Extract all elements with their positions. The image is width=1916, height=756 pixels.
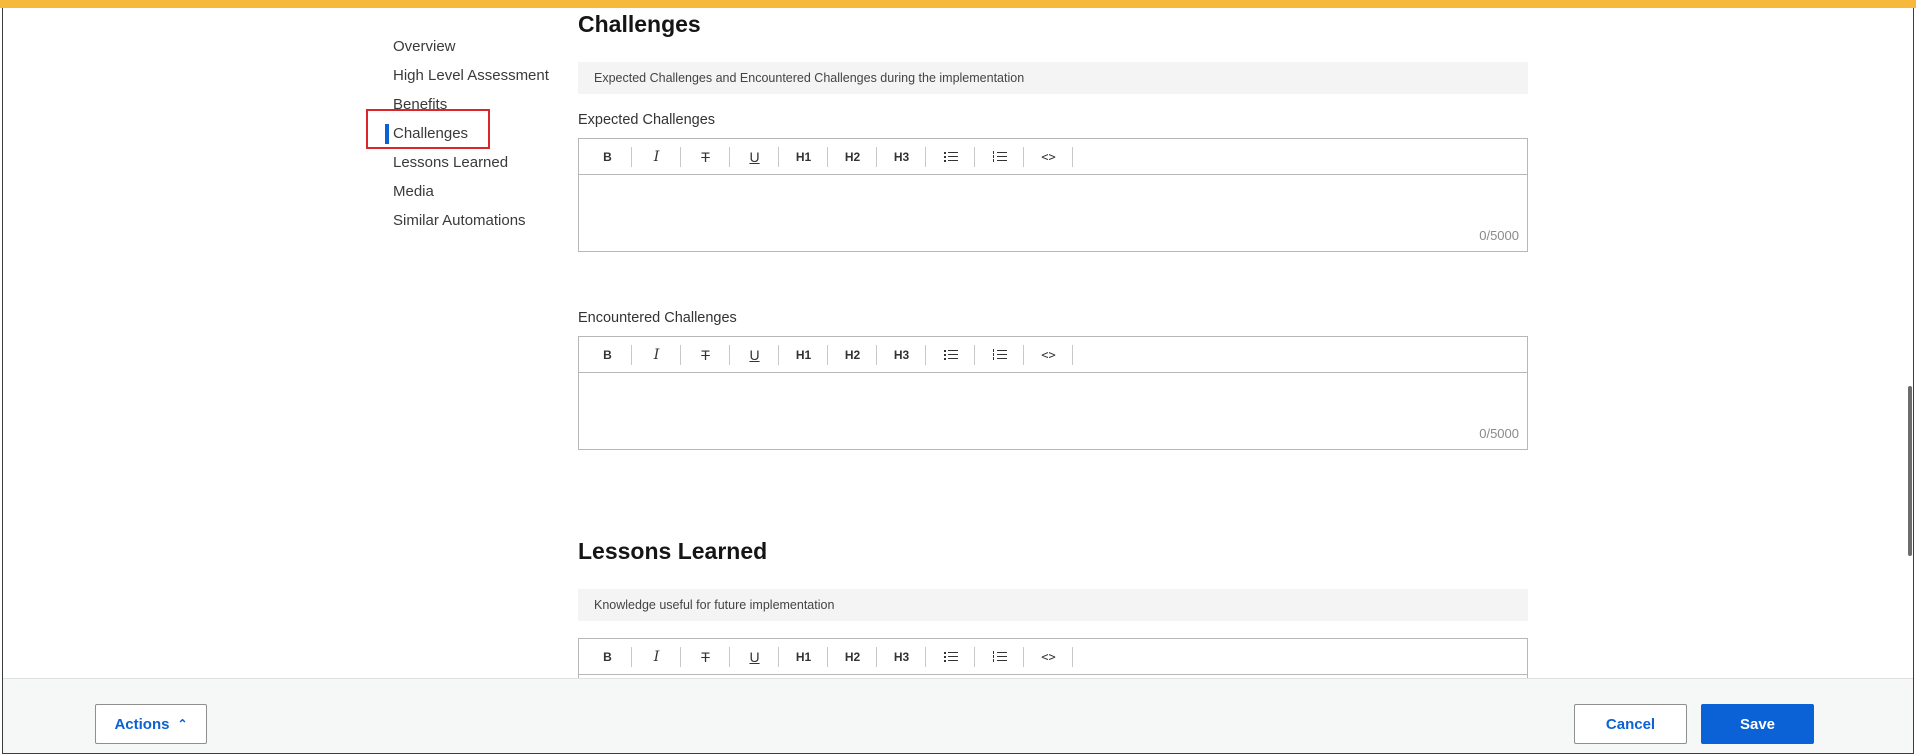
expected-challenges-textarea[interactable]: 0/5000 [579,175,1527,251]
nav-item-similar-automations[interactable]: Similar Automations [393,212,526,229]
encountered-challenges-editor: B I T U H1 H2 H3 <> 0/5000 [578,336,1528,450]
nav-item-overview[interactable]: Overview [393,38,456,55]
scrollbar[interactable] [1907,8,1913,753]
bulleted-list-button[interactable] [926,646,975,668]
top-strip [0,0,1916,8]
page: Overview High Level Assessment Benefits … [2,8,1914,754]
lessons-learned-heading: Lessons Learned [578,538,768,564]
expected-challenges-label: Expected Challenges [578,112,716,128]
italic-button[interactable]: I [632,646,681,668]
bulleted-list-icon [943,651,958,663]
lessons-learned-description: Knowledge useful for future implementati… [578,589,1528,621]
section-nav: Overview High Level Assessment Benefits … [3,8,563,408]
bold-button[interactable]: B [583,646,632,668]
code-button[interactable]: <> [1024,344,1073,366]
bold-button[interactable]: B [583,146,632,168]
numbered-list-button[interactable] [975,344,1024,366]
bulleted-list-icon [943,151,958,163]
numbered-list-button[interactable] [975,146,1024,168]
heading2-button[interactable]: H2 [828,646,877,668]
numbered-list-button[interactable] [975,646,1024,668]
editor-toolbar: B I T U H1 H2 H3 <> [579,337,1527,373]
underline-button[interactable]: U [730,146,779,168]
numbered-list-icon [992,150,1007,163]
heading1-button[interactable]: H1 [779,146,828,168]
actions-button[interactable]: Actions ⌃ [95,704,207,744]
character-counter: 0/5000 [1479,426,1519,441]
heading2-button[interactable]: H2 [828,344,877,366]
bulleted-list-button[interactable] [926,344,975,366]
save-button[interactable]: Save [1701,704,1814,744]
numbered-list-icon [992,650,1007,663]
editor-toolbar: B I T U H1 H2 H3 <> [579,639,1527,675]
underline-button[interactable]: U [730,646,779,668]
nav-item-lessons-learned[interactable]: Lessons Learned [393,154,508,171]
italic-button[interactable]: I [632,146,681,168]
expected-challenges-editor: B I T U H1 H2 H3 <> 0/5000 [578,138,1528,252]
heading1-button[interactable]: H1 [779,646,828,668]
encountered-challenges-textarea[interactable]: 0/5000 [579,373,1527,449]
chevron-up-icon: ⌃ [177,717,188,731]
challenges-heading: Challenges [578,11,701,37]
strikethrough-button[interactable]: T [681,646,730,668]
highlight-box [366,109,490,149]
character-counter: 0/5000 [1479,228,1519,243]
footer-bar: Actions ⌃ Cancel Save [3,678,1913,753]
actions-button-label: Actions [114,715,170,733]
editor-toolbar: B I T U H1 H2 H3 <> [579,139,1527,175]
underline-button[interactable]: U [730,344,779,366]
strikethrough-button[interactable]: T [681,146,730,168]
strikethrough-button[interactable]: T [681,344,730,366]
heading3-button[interactable]: H3 [877,146,926,168]
heading3-button[interactable]: H3 [877,344,926,366]
heading1-button[interactable]: H1 [779,344,828,366]
nav-item-high-level-assessment[interactable]: High Level Assessment [393,67,549,84]
scrollbar-thumb[interactable] [1908,386,1912,556]
code-button[interactable]: <> [1024,646,1073,668]
heading3-button[interactable]: H3 [877,646,926,668]
numbered-list-icon [992,348,1007,361]
bulleted-list-icon [943,349,958,361]
italic-button[interactable]: I [632,344,681,366]
bulleted-list-button[interactable] [926,146,975,168]
heading2-button[interactable]: H2 [828,146,877,168]
bold-button[interactable]: B [583,344,632,366]
nav-item-media[interactable]: Media [393,183,434,200]
code-button[interactable]: <> [1024,146,1073,168]
challenges-description: Expected Challenges and Encountered Chal… [578,62,1528,94]
encountered-challenges-label: Encountered Challenges [578,310,737,326]
cancel-button[interactable]: Cancel [1574,704,1687,744]
